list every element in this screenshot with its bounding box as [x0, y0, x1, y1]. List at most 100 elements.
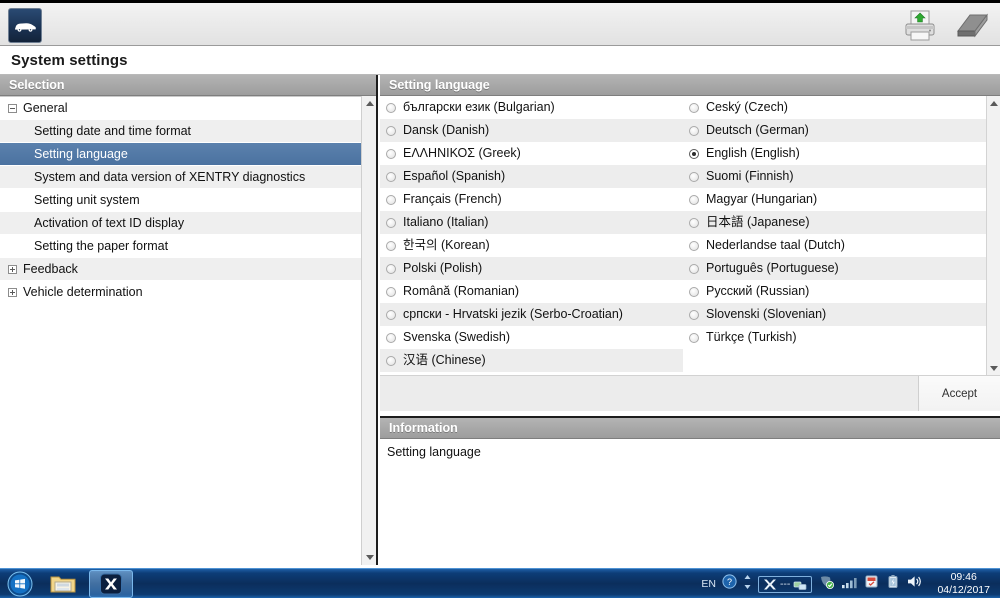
expand-plus-icon[interactable] — [8, 264, 17, 274]
taskbar-clock[interactable]: 09:46 04/12/2017 — [929, 571, 996, 597]
radio-unselected-icon[interactable] — [386, 263, 396, 274]
language-option-label: 汉语 (Chinese) — [403, 353, 486, 368]
car-icon[interactable] — [8, 8, 42, 43]
sidebar-item[interactable]: Setting date and time format — [0, 120, 361, 143]
selection-tree[interactable]: General Setting date and time format Setti… — [0, 96, 361, 565]
radio-selected-icon[interactable] — [689, 148, 699, 159]
radio-unselected-icon[interactable] — [386, 125, 396, 136]
scroll-up-arrow-icon[interactable] — [987, 96, 1000, 110]
sidebar-item-label: Setting unit system — [34, 193, 140, 207]
radio-unselected-icon[interactable] — [386, 102, 396, 113]
radio-unselected-icon[interactable] — [689, 332, 699, 343]
xentry-app-icon[interactable] — [89, 569, 133, 598]
radio-unselected-icon[interactable] — [386, 194, 396, 205]
radio-unselected-icon[interactable] — [386, 217, 396, 228]
language-panel: Setting language български език (Bulgari… — [380, 75, 1000, 411]
language-option-label: Русский (Russian) — [706, 284, 810, 299]
sidebar-item[interactable]: Setting unit system — [0, 189, 361, 212]
language-option-label: Ceský (Czech) — [706, 100, 788, 115]
tray-language-indicator[interactable]: EN — [701, 578, 716, 590]
action-center-flag-icon[interactable] — [864, 574, 880, 594]
radio-unselected-icon[interactable] — [386, 309, 396, 320]
language-option-label: Español (Spanish) — [403, 169, 506, 184]
collapse-minus-icon[interactable] — [8, 103, 17, 113]
sidebar-item[interactable]: Setting language — [0, 143, 361, 166]
radio-unselected-icon[interactable] — [386, 171, 396, 182]
spinner-arrows-icon[interactable] — [743, 574, 752, 595]
accept-button[interactable]: Accept — [918, 376, 1000, 411]
language-option[interactable]: Français (French) — [380, 188, 683, 211]
sidebar-item[interactable]: Setting the paper format — [0, 235, 361, 258]
language-option[interactable]: English (English) — [683, 142, 986, 165]
language-option[interactable]: Română (Romanian) — [380, 280, 683, 303]
radio-unselected-icon[interactable] — [689, 194, 699, 205]
language-option[interactable]: Nederlandse taal (Dutch) — [683, 234, 986, 257]
windows-start-orb-icon[interactable] — [3, 570, 37, 598]
language-option[interactable]: Slovenski (Slovenian) — [683, 303, 986, 326]
language-option[interactable]: српски - Hrvatski jezik (Serbo-Croatian) — [380, 303, 683, 326]
toolbar — [0, 0, 1000, 46]
language-option-label: 한국의 (Korean) — [403, 238, 490, 253]
sidebar-item[interactable]: Feedback — [0, 258, 361, 281]
radio-unselected-icon[interactable] — [386, 332, 396, 343]
radio-unselected-icon[interactable] — [689, 102, 699, 113]
radio-unselected-icon[interactable] — [386, 355, 396, 366]
sidebar-item-label: System and data version of XENTRY diagno… — [34, 170, 306, 184]
radio-unselected-icon[interactable] — [386, 286, 396, 297]
language-list[interactable]: български език (Bulgarian) Dansk (Danish)… — [380, 96, 986, 375]
language-option[interactable]: Dansk (Danish) — [380, 119, 683, 142]
radio-unselected-icon[interactable] — [689, 309, 699, 320]
language-column-right: Ceský (Czech) Deutsch (German) English (En… — [683, 96, 986, 372]
language-option[interactable]: Deutsch (German) — [683, 119, 986, 142]
selection-panel-header: Selection — [0, 75, 376, 96]
sidebar-item[interactable]: Vehicle determination — [0, 281, 361, 304]
language-option-label: Italiano (Italian) — [403, 215, 489, 230]
sidebar-item-label: Setting the paper format — [34, 239, 169, 253]
radio-unselected-icon[interactable] — [689, 240, 699, 251]
language-option[interactable]: Polski (Polish) — [380, 257, 683, 280]
language-option[interactable]: Português (Portuguese) — [683, 257, 986, 280]
language-option-label: Polski (Polish) — [403, 261, 483, 276]
language-option[interactable]: Türkçe (Turkish) — [683, 326, 986, 349]
radio-unselected-icon[interactable] — [689, 171, 699, 182]
application-window: System settings Selection General Setting… — [0, 0, 1000, 598]
scroll-up-arrow-icon[interactable] — [362, 96, 377, 111]
language-option[interactable]: Русский (Russian) — [683, 280, 986, 303]
selection-scrollbar[interactable] — [361, 96, 376, 565]
xentry-tray-indicator[interactable]: --- — [757, 575, 813, 593]
radio-unselected-icon[interactable] — [689, 263, 699, 274]
language-scrollbar[interactable] — [986, 96, 1000, 375]
printer-upload-icon[interactable] — [900, 6, 940, 46]
radio-unselected-icon[interactable] — [689, 286, 699, 297]
scroll-down-arrow-icon[interactable] — [987, 361, 1000, 375]
language-option[interactable]: 한국의 (Korean) — [380, 234, 683, 257]
language-option[interactable]: Italiano (Italian) — [380, 211, 683, 234]
language-option[interactable]: Svenska (Swedish) — [380, 326, 683, 349]
language-option[interactable]: 日本語 (Japanese) — [683, 211, 986, 234]
sidebar-item[interactable]: Activation of text ID display — [0, 212, 361, 235]
help-question-icon[interactable]: ? — [722, 574, 737, 594]
scroll-down-arrow-icon[interactable] — [362, 550, 377, 565]
language-option[interactable]: Ceský (Czech) — [683, 96, 986, 119]
radio-unselected-icon[interactable] — [689, 125, 699, 136]
language-option[interactable]: ΕΛΛΗΝΙΚΟΣ (Greek) — [380, 142, 683, 165]
radio-unselected-icon[interactable] — [386, 240, 396, 251]
language-option[interactable]: Suomi (Finnish) — [683, 165, 986, 188]
folder-explorer-icon[interactable] — [41, 570, 85, 598]
sidebar-item[interactable]: System and data version of XENTRY diagno… — [0, 166, 361, 189]
volume-speaker-icon[interactable] — [906, 574, 923, 594]
language-option[interactable]: 汉语 (Chinese) — [380, 349, 683, 372]
battery-icon[interactable] — [886, 574, 900, 594]
security-shield-icon[interactable] — [818, 574, 835, 595]
radio-unselected-icon[interactable] — [386, 148, 396, 159]
language-option-label: Nederlandse taal (Dutch) — [706, 238, 845, 253]
wifi-signal-icon[interactable] — [841, 575, 858, 594]
language-panel-header: Setting language — [380, 75, 1000, 96]
sidebar-item[interactable]: General — [0, 97, 361, 120]
language-option[interactable]: Magyar (Hungarian) — [683, 188, 986, 211]
expand-plus-icon[interactable] — [8, 287, 17, 297]
radio-unselected-icon[interactable] — [689, 217, 699, 228]
language-option[interactable]: български език (Bulgarian) — [380, 96, 683, 119]
language-option[interactable]: Español (Spanish) — [380, 165, 683, 188]
notepad-icon[interactable] — [952, 6, 992, 46]
